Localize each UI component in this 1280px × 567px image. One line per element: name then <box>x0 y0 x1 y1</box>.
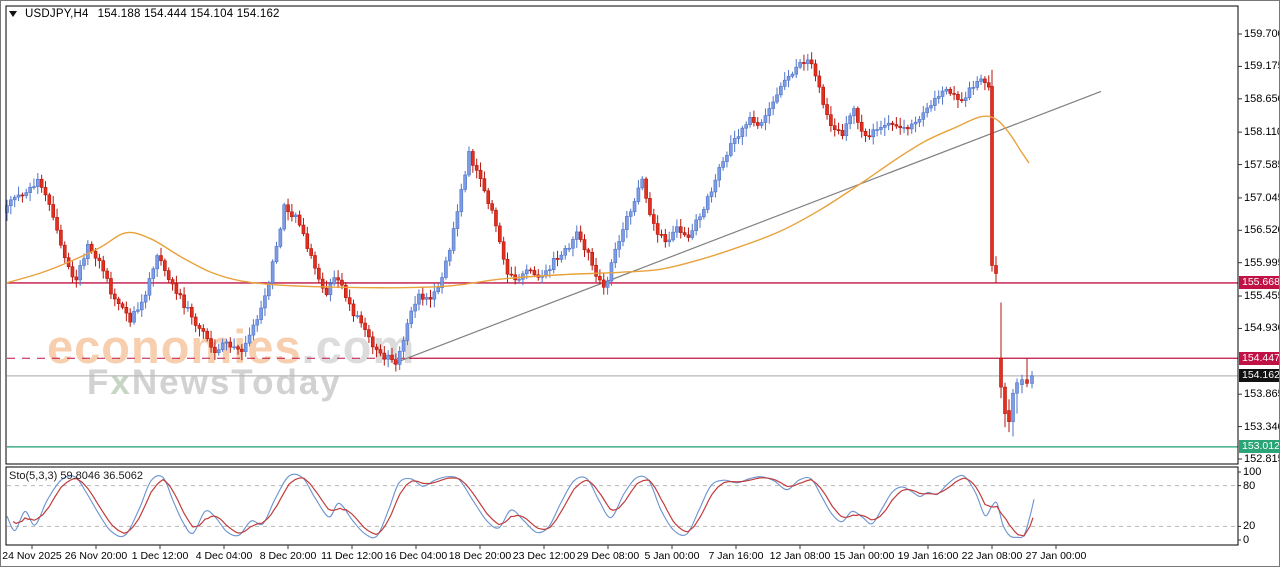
chart-title: USDJPY,H4 154.188 154.444 154.104 154.16… <box>9 7 280 21</box>
price-chart-canvas[interactable] <box>1 1 1280 567</box>
stochastic-indicator-label: Sto(5,3,3) 59.8046 36.5062 <box>9 470 143 482</box>
symbol-timeframe-label: USDJPY,H4 <box>25 8 89 20</box>
ohlc-values-label: 154.188 154.444 154.104 154.162 <box>98 8 280 20</box>
mt4-chart-window: economies.com FxNewsToday USDJPY,H4 154.… <box>0 0 1280 567</box>
symbol-dropdown-icon[interactable] <box>9 11 17 17</box>
